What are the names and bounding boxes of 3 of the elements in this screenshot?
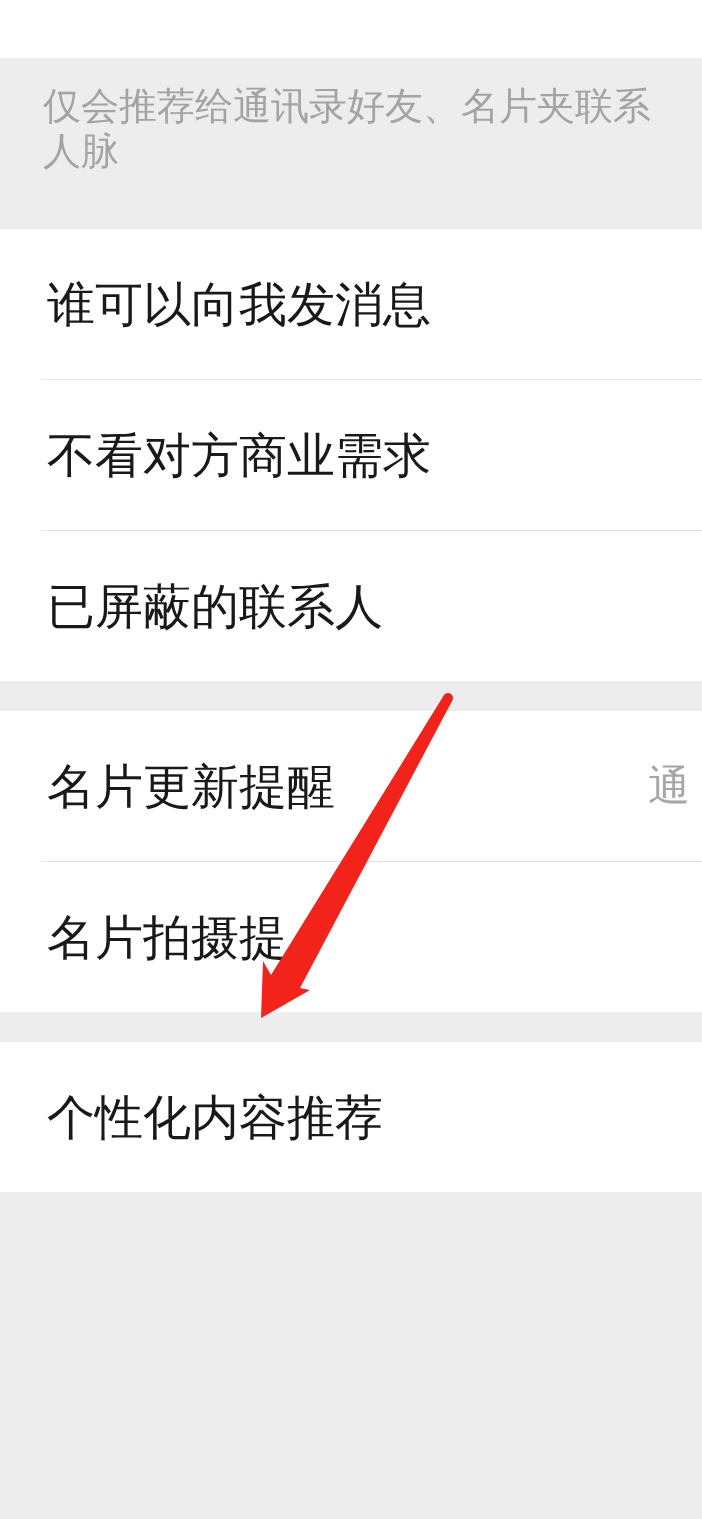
hint-text: 人脉 <box>43 129 119 174</box>
row-value: 通 <box>648 761 690 811</box>
hint-text: 仅会推荐给通讯录好友、名片夹联系 <box>43 84 651 129</box>
